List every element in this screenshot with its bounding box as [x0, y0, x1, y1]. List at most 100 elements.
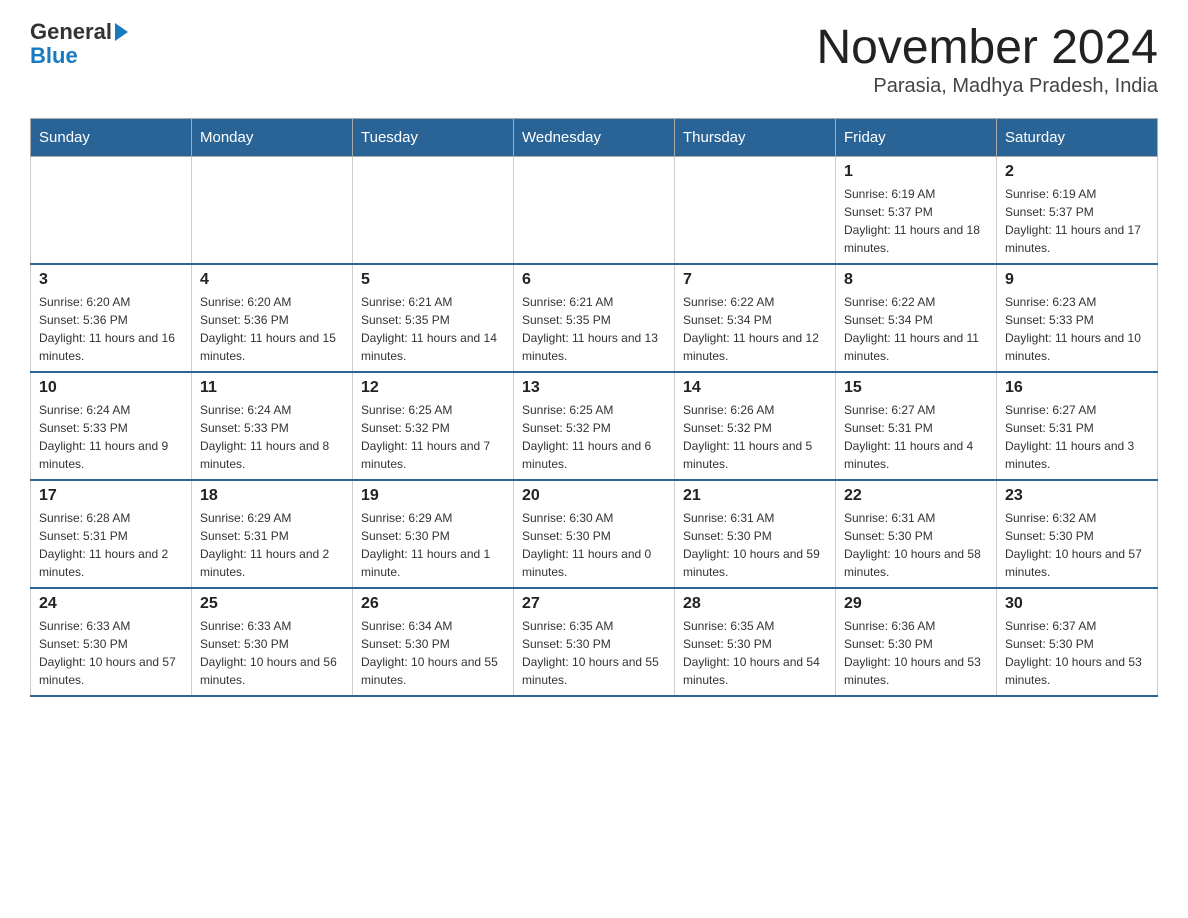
day-info: Sunrise: 6:32 AMSunset: 5:30 PMDaylight:…	[1005, 509, 1149, 581]
calendar-cell: 27 Sunrise: 6:35 AMSunset: 5:30 PMDayligh…	[514, 588, 675, 696]
day-number: 12	[361, 379, 505, 397]
calendar-cell: 18Sunrise: 6:29 AMSunset: 5:31 PMDayligh…	[192, 480, 353, 588]
day-info: Sunrise: 6:37 AMSunset: 5:30 PMDaylight:…	[1005, 617, 1149, 689]
day-info: Sunrise: 6:21 AMSunset: 5:35 PMDaylight:…	[361, 293, 505, 365]
calendar-cell: 25 Sunrise: 6:33 AMSunset: 5:30 PMDayligh…	[192, 588, 353, 696]
day-info: Sunrise: 6:35 AMSunset: 5:30 PMDaylight:…	[683, 617, 827, 689]
day-info: Sunrise: 6:19 AMSunset: 5:37 PMDaylight:…	[844, 185, 988, 257]
calendar-title: November 2024	[816, 20, 1158, 75]
calendar-cell: 13Sunrise: 6:25 AMSunset: 5:32 PMDayligh…	[514, 372, 675, 480]
day-number: 14	[683, 379, 827, 397]
day-number: 27	[522, 595, 666, 613]
col-thursday: Thursday	[675, 119, 836, 157]
page-header: General Blue November 2024 Parasia, Madh…	[30, 20, 1158, 98]
day-number: 10	[39, 379, 183, 397]
day-number: 28	[683, 595, 827, 613]
calendar-cell: 23 Sunrise: 6:32 AMSunset: 5:30 PMDayligh…	[997, 480, 1158, 588]
calendar-cell	[514, 157, 675, 265]
calendar-table: Sunday Monday Tuesday Wednesday Thursday…	[30, 118, 1158, 697]
day-number: 3	[39, 271, 183, 289]
day-info: Sunrise: 6:28 AMSunset: 5:31 PMDaylight:…	[39, 509, 183, 581]
calendar-cell: 14 Sunrise: 6:26 AMSunset: 5:32 PMDayligh…	[675, 372, 836, 480]
calendar-cell: 11 Sunrise: 6:24 AMSunset: 5:33 PMDayligh…	[192, 372, 353, 480]
calendar-cell: 2 Sunrise: 6:19 AMSunset: 5:37 PMDaylight…	[997, 157, 1158, 265]
day-info: Sunrise: 6:29 AMSunset: 5:30 PMDaylight:…	[361, 509, 505, 581]
day-info: Sunrise: 6:22 AMSunset: 5:34 PMDaylight:…	[844, 293, 988, 365]
day-number: 4	[200, 271, 344, 289]
calendar-week-row: 10 Sunrise: 6:24 AMSunset: 5:33 PMDayligh…	[31, 372, 1158, 480]
day-number: 7	[683, 271, 827, 289]
calendar-cell: 1 Sunrise: 6:19 AMSunset: 5:37 PMDaylight…	[836, 157, 997, 265]
calendar-cell	[31, 157, 192, 265]
calendar-cell: 4Sunrise: 6:20 AMSunset: 5:36 PMDaylight…	[192, 264, 353, 372]
calendar-cell: 22 Sunrise: 6:31 AMSunset: 5:30 PMDayligh…	[836, 480, 997, 588]
day-info: Sunrise: 6:31 AMSunset: 5:30 PMDaylight:…	[683, 509, 827, 581]
calendar-cell: 9 Sunrise: 6:23 AMSunset: 5:33 PMDaylight…	[997, 264, 1158, 372]
day-info: Sunrise: 6:25 AMSunset: 5:32 PMDaylight:…	[361, 401, 505, 473]
day-number: 24	[39, 595, 183, 613]
day-number: 29	[844, 595, 988, 613]
day-number: 13	[522, 379, 666, 397]
day-info: Sunrise: 6:30 AMSunset: 5:30 PMDaylight:…	[522, 509, 666, 581]
calendar-cell: 6 Sunrise: 6:21 AMSunset: 5:35 PMDaylight…	[514, 264, 675, 372]
logo-general-text: General	[30, 20, 112, 44]
calendar-cell: 29 Sunrise: 6:36 AMSunset: 5:30 PMDayligh…	[836, 588, 997, 696]
day-info: Sunrise: 6:23 AMSunset: 5:33 PMDaylight:…	[1005, 293, 1149, 365]
day-number: 25	[200, 595, 344, 613]
day-info: Sunrise: 6:26 AMSunset: 5:32 PMDaylight:…	[683, 401, 827, 473]
calendar-week-row: 24 Sunrise: 6:33 AMSunset: 5:30 PMDayligh…	[31, 588, 1158, 696]
calendar-cell	[192, 157, 353, 265]
day-info: Sunrise: 6:24 AMSunset: 5:33 PMDaylight:…	[39, 401, 183, 473]
col-wednesday: Wednesday	[514, 119, 675, 157]
day-info: Sunrise: 6:22 AMSunset: 5:34 PMDaylight:…	[683, 293, 827, 365]
calendar-header-row: Sunday Monday Tuesday Wednesday Thursday…	[31, 119, 1158, 157]
calendar-cell: 20 Sunrise: 6:30 AMSunset: 5:30 PMDayligh…	[514, 480, 675, 588]
day-number: 8	[844, 271, 988, 289]
day-number: 16	[1005, 379, 1149, 397]
day-number: 15	[844, 379, 988, 397]
day-info: Sunrise: 6:33 AMSunset: 5:30 PMDaylight:…	[200, 617, 344, 689]
calendar-cell: 28 Sunrise: 6:35 AMSunset: 5:30 PMDayligh…	[675, 588, 836, 696]
col-monday: Monday	[192, 119, 353, 157]
day-number: 23	[1005, 487, 1149, 505]
title-section: November 2024 Parasia, Madhya Pradesh, I…	[816, 20, 1158, 98]
day-number: 5	[361, 271, 505, 289]
day-number: 1	[844, 163, 988, 181]
day-number: 2	[1005, 163, 1149, 181]
day-info: Sunrise: 6:31 AMSunset: 5:30 PMDaylight:…	[844, 509, 988, 581]
col-tuesday: Tuesday	[353, 119, 514, 157]
col-sunday: Sunday	[31, 119, 192, 157]
calendar-cell: 10 Sunrise: 6:24 AMSunset: 5:33 PMDayligh…	[31, 372, 192, 480]
calendar-cell: 15 Sunrise: 6:27 AMSunset: 5:31 PMDayligh…	[836, 372, 997, 480]
calendar-cell: 30Sunrise: 6:37 AMSunset: 5:30 PMDayligh…	[997, 588, 1158, 696]
day-info: Sunrise: 6:27 AMSunset: 5:31 PMDaylight:…	[1005, 401, 1149, 473]
day-info: Sunrise: 6:20 AMSunset: 5:36 PMDaylight:…	[39, 293, 183, 365]
calendar-week-row: 17 Sunrise: 6:28 AMSunset: 5:31 PMDayligh…	[31, 480, 1158, 588]
calendar-subtitle: Parasia, Madhya Pradesh, India	[816, 75, 1158, 98]
day-number: 9	[1005, 271, 1149, 289]
day-info: Sunrise: 6:35 AMSunset: 5:30 PMDaylight:…	[522, 617, 666, 689]
calendar-cell: 24Sunrise: 6:33 AMSunset: 5:30 PMDayligh…	[31, 588, 192, 696]
calendar-cell: 3 Sunrise: 6:20 AMSunset: 5:36 PMDaylight…	[31, 264, 192, 372]
day-info: Sunrise: 6:34 AMSunset: 5:30 PMDaylight:…	[361, 617, 505, 689]
calendar-week-row: 1 Sunrise: 6:19 AMSunset: 5:37 PMDaylight…	[31, 157, 1158, 265]
day-number: 18	[200, 487, 344, 505]
day-number: 6	[522, 271, 666, 289]
col-saturday: Saturday	[997, 119, 1158, 157]
calendar-cell: 19Sunrise: 6:29 AMSunset: 5:30 PMDayligh…	[353, 480, 514, 588]
calendar-cell	[675, 157, 836, 265]
day-number: 17	[39, 487, 183, 505]
day-number: 20	[522, 487, 666, 505]
day-number: 11	[200, 379, 344, 397]
calendar-cell: 8 Sunrise: 6:22 AMSunset: 5:34 PMDaylight…	[836, 264, 997, 372]
day-info: Sunrise: 6:21 AMSunset: 5:35 PMDaylight:…	[522, 293, 666, 365]
day-info: Sunrise: 6:36 AMSunset: 5:30 PMDaylight:…	[844, 617, 988, 689]
col-friday: Friday	[836, 119, 997, 157]
day-info: Sunrise: 6:19 AMSunset: 5:37 PMDaylight:…	[1005, 185, 1149, 257]
day-number: 22	[844, 487, 988, 505]
calendar-cell: 26Sunrise: 6:34 AMSunset: 5:30 PMDayligh…	[353, 588, 514, 696]
day-info: Sunrise: 6:27 AMSunset: 5:31 PMDaylight:…	[844, 401, 988, 473]
day-info: Sunrise: 6:24 AMSunset: 5:33 PMDaylight:…	[200, 401, 344, 473]
calendar-cell: 17 Sunrise: 6:28 AMSunset: 5:31 PMDayligh…	[31, 480, 192, 588]
calendar-cell: 5 Sunrise: 6:21 AMSunset: 5:35 PMDaylight…	[353, 264, 514, 372]
